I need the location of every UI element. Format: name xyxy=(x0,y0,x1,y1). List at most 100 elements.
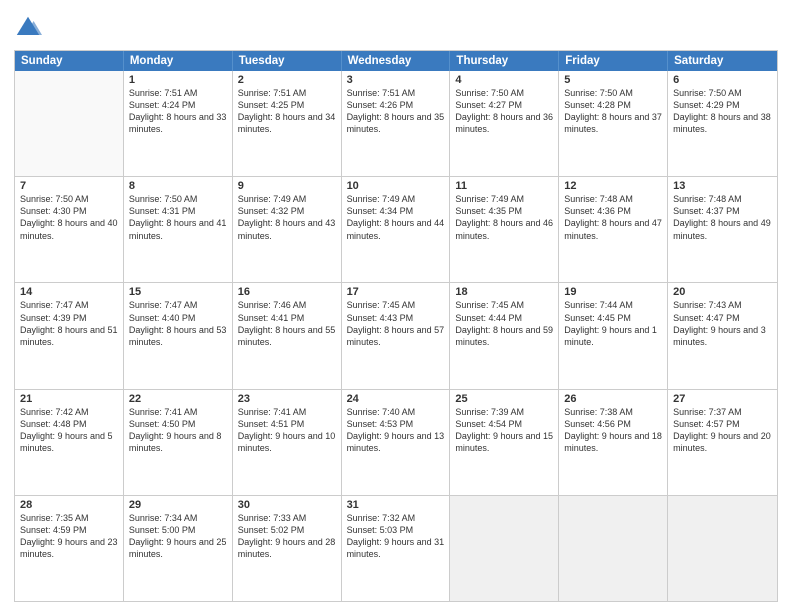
cell-text: Sunrise: 7:51 AMSunset: 4:26 PMDaylight:… xyxy=(347,87,445,136)
day-number: 27 xyxy=(673,393,772,405)
cal-cell: 16Sunrise: 7:46 AMSunset: 4:41 PMDayligh… xyxy=(233,283,342,388)
day-number: 14 xyxy=(20,286,118,298)
day-number: 16 xyxy=(238,286,336,298)
cal-cell: 23Sunrise: 7:41 AMSunset: 4:51 PMDayligh… xyxy=(233,390,342,495)
day-number: 13 xyxy=(673,180,772,192)
day-number: 5 xyxy=(564,74,662,86)
cell-text: Sunrise: 7:37 AMSunset: 4:57 PMDaylight:… xyxy=(673,406,772,455)
cell-text: Sunrise: 7:33 AMSunset: 5:02 PMDaylight:… xyxy=(238,512,336,561)
day-number: 17 xyxy=(347,286,445,298)
cal-cell: 3Sunrise: 7:51 AMSunset: 4:26 PMDaylight… xyxy=(342,71,451,176)
cell-text: Sunrise: 7:42 AMSunset: 4:48 PMDaylight:… xyxy=(20,406,118,455)
cal-cell: 2Sunrise: 7:51 AMSunset: 4:25 PMDaylight… xyxy=(233,71,342,176)
day-number: 19 xyxy=(564,286,662,298)
cal-cell: 28Sunrise: 7:35 AMSunset: 4:59 PMDayligh… xyxy=(15,496,124,601)
day-number: 24 xyxy=(347,393,445,405)
cal-cell: 12Sunrise: 7:48 AMSunset: 4:36 PMDayligh… xyxy=(559,177,668,282)
cell-text: Sunrise: 7:51 AMSunset: 4:24 PMDaylight:… xyxy=(129,87,227,136)
day-number: 30 xyxy=(238,499,336,511)
cell-text: Sunrise: 7:34 AMSunset: 5:00 PMDaylight:… xyxy=(129,512,227,561)
logo xyxy=(14,14,46,42)
cell-text: Sunrise: 7:48 AMSunset: 4:37 PMDaylight:… xyxy=(673,193,772,242)
cell-text: Sunrise: 7:38 AMSunset: 4:56 PMDaylight:… xyxy=(564,406,662,455)
cal-cell xyxy=(668,496,777,601)
day-number: 26 xyxy=(564,393,662,405)
cell-text: Sunrise: 7:50 AMSunset: 4:31 PMDaylight:… xyxy=(129,193,227,242)
cal-cell: 9Sunrise: 7:49 AMSunset: 4:32 PMDaylight… xyxy=(233,177,342,282)
cal-cell xyxy=(559,496,668,601)
cell-text: Sunrise: 7:41 AMSunset: 4:51 PMDaylight:… xyxy=(238,406,336,455)
cell-text: Sunrise: 7:50 AMSunset: 4:28 PMDaylight:… xyxy=(564,87,662,136)
logo-icon xyxy=(14,14,42,42)
cell-text: Sunrise: 7:49 AMSunset: 4:34 PMDaylight:… xyxy=(347,193,445,242)
day-number: 20 xyxy=(673,286,772,298)
day-number: 8 xyxy=(129,180,227,192)
cell-text: Sunrise: 7:39 AMSunset: 4:54 PMDaylight:… xyxy=(455,406,553,455)
day-number: 9 xyxy=(238,180,336,192)
day-number: 10 xyxy=(347,180,445,192)
cell-text: Sunrise: 7:46 AMSunset: 4:41 PMDaylight:… xyxy=(238,299,336,348)
cal-cell: 20Sunrise: 7:43 AMSunset: 4:47 PMDayligh… xyxy=(668,283,777,388)
day-number: 7 xyxy=(20,180,118,192)
cal-header-day-wednesday: Wednesday xyxy=(342,51,451,71)
cal-cell: 25Sunrise: 7:39 AMSunset: 4:54 PMDayligh… xyxy=(450,390,559,495)
cell-text: Sunrise: 7:32 AMSunset: 5:03 PMDaylight:… xyxy=(347,512,445,561)
calendar: SundayMondayTuesdayWednesdayThursdayFrid… xyxy=(14,50,778,602)
day-number: 4 xyxy=(455,74,553,86)
calendar-header: SundayMondayTuesdayWednesdayThursdayFrid… xyxy=(15,51,777,71)
cell-text: Sunrise: 7:50 AMSunset: 4:29 PMDaylight:… xyxy=(673,87,772,136)
cell-text: Sunrise: 7:40 AMSunset: 4:53 PMDaylight:… xyxy=(347,406,445,455)
day-number: 2 xyxy=(238,74,336,86)
cell-text: Sunrise: 7:50 AMSunset: 4:30 PMDaylight:… xyxy=(20,193,118,242)
cal-cell: 1Sunrise: 7:51 AMSunset: 4:24 PMDaylight… xyxy=(124,71,233,176)
cal-header-day-thursday: Thursday xyxy=(450,51,559,71)
cal-week-5: 28Sunrise: 7:35 AMSunset: 4:59 PMDayligh… xyxy=(15,496,777,601)
cell-text: Sunrise: 7:44 AMSunset: 4:45 PMDaylight:… xyxy=(564,299,662,348)
cal-week-1: 1Sunrise: 7:51 AMSunset: 4:24 PMDaylight… xyxy=(15,71,777,177)
cal-cell: 19Sunrise: 7:44 AMSunset: 4:45 PMDayligh… xyxy=(559,283,668,388)
cal-cell xyxy=(450,496,559,601)
cell-text: Sunrise: 7:41 AMSunset: 4:50 PMDaylight:… xyxy=(129,406,227,455)
day-number: 15 xyxy=(129,286,227,298)
day-number: 21 xyxy=(20,393,118,405)
cal-header-day-tuesday: Tuesday xyxy=(233,51,342,71)
day-number: 1 xyxy=(129,74,227,86)
cal-cell: 17Sunrise: 7:45 AMSunset: 4:43 PMDayligh… xyxy=(342,283,451,388)
cal-week-2: 7Sunrise: 7:50 AMSunset: 4:30 PMDaylight… xyxy=(15,177,777,283)
cal-cell: 21Sunrise: 7:42 AMSunset: 4:48 PMDayligh… xyxy=(15,390,124,495)
calendar-body: 1Sunrise: 7:51 AMSunset: 4:24 PMDaylight… xyxy=(15,71,777,601)
cal-cell: 18Sunrise: 7:45 AMSunset: 4:44 PMDayligh… xyxy=(450,283,559,388)
cell-text: Sunrise: 7:45 AMSunset: 4:44 PMDaylight:… xyxy=(455,299,553,348)
header xyxy=(14,10,778,42)
cal-cell: 29Sunrise: 7:34 AMSunset: 5:00 PMDayligh… xyxy=(124,496,233,601)
cell-text: Sunrise: 7:47 AMSunset: 4:40 PMDaylight:… xyxy=(129,299,227,348)
cell-text: Sunrise: 7:48 AMSunset: 4:36 PMDaylight:… xyxy=(564,193,662,242)
cal-cell: 11Sunrise: 7:49 AMSunset: 4:35 PMDayligh… xyxy=(450,177,559,282)
day-number: 22 xyxy=(129,393,227,405)
day-number: 28 xyxy=(20,499,118,511)
day-number: 23 xyxy=(238,393,336,405)
cal-header-day-sunday: Sunday xyxy=(15,51,124,71)
cell-text: Sunrise: 7:49 AMSunset: 4:32 PMDaylight:… xyxy=(238,193,336,242)
day-number: 18 xyxy=(455,286,553,298)
cal-cell: 31Sunrise: 7:32 AMSunset: 5:03 PMDayligh… xyxy=(342,496,451,601)
cal-cell: 22Sunrise: 7:41 AMSunset: 4:50 PMDayligh… xyxy=(124,390,233,495)
day-number: 11 xyxy=(455,180,553,192)
cal-cell: 4Sunrise: 7:50 AMSunset: 4:27 PMDaylight… xyxy=(450,71,559,176)
cal-cell: 8Sunrise: 7:50 AMSunset: 4:31 PMDaylight… xyxy=(124,177,233,282)
cal-cell: 7Sunrise: 7:50 AMSunset: 4:30 PMDaylight… xyxy=(15,177,124,282)
cal-cell: 14Sunrise: 7:47 AMSunset: 4:39 PMDayligh… xyxy=(15,283,124,388)
cell-text: Sunrise: 7:50 AMSunset: 4:27 PMDaylight:… xyxy=(455,87,553,136)
day-number: 29 xyxy=(129,499,227,511)
day-number: 3 xyxy=(347,74,445,86)
cal-cell xyxy=(15,71,124,176)
cell-text: Sunrise: 7:49 AMSunset: 4:35 PMDaylight:… xyxy=(455,193,553,242)
day-number: 31 xyxy=(347,499,445,511)
cal-header-day-saturday: Saturday xyxy=(668,51,777,71)
cal-week-3: 14Sunrise: 7:47 AMSunset: 4:39 PMDayligh… xyxy=(15,283,777,389)
cal-header-day-monday: Monday xyxy=(124,51,233,71)
cell-text: Sunrise: 7:51 AMSunset: 4:25 PMDaylight:… xyxy=(238,87,336,136)
cal-header-day-friday: Friday xyxy=(559,51,668,71)
cal-cell: 5Sunrise: 7:50 AMSunset: 4:28 PMDaylight… xyxy=(559,71,668,176)
cal-cell: 30Sunrise: 7:33 AMSunset: 5:02 PMDayligh… xyxy=(233,496,342,601)
